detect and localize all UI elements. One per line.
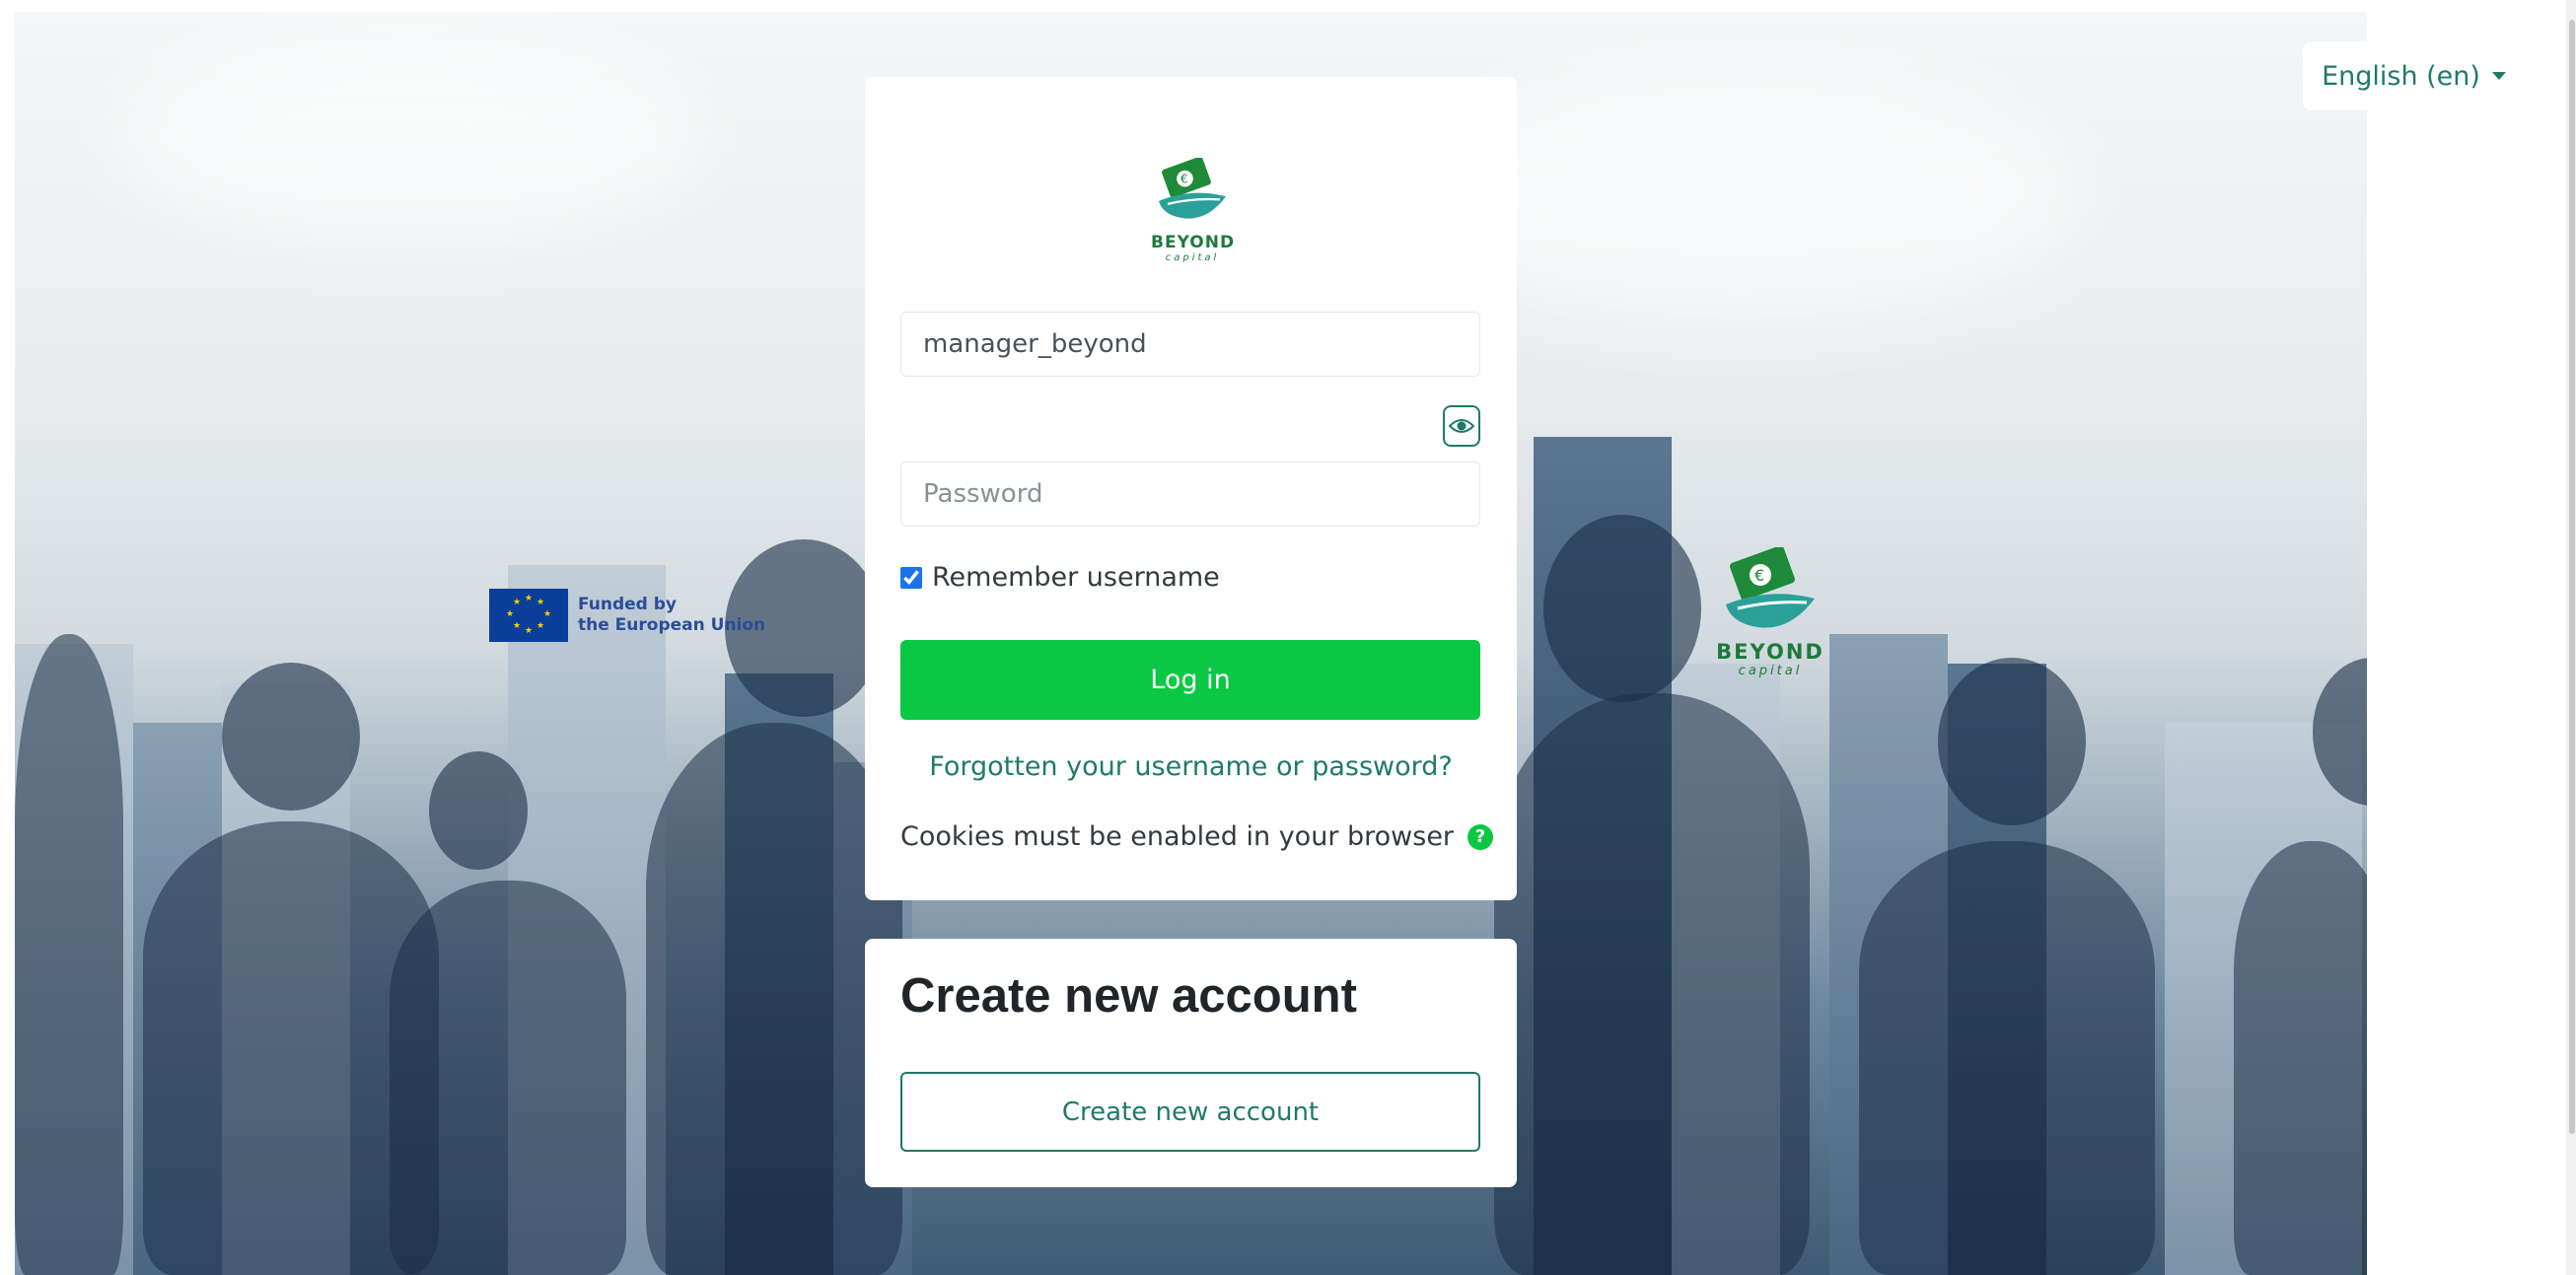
cookies-text: Cookies must be enabled in your browser [900, 821, 1455, 852]
cloud [113, 32, 705, 248]
show-password-button[interactable] [1443, 405, 1480, 447]
eu-funded-logo: ★ ★ ★ ★ ★ ★ ★ ★ Funded by the European U… [489, 589, 765, 642]
scrollbar-thumb[interactable] [2569, 20, 2575, 1134]
svg-text:€: € [1181, 173, 1188, 186]
person-silhouette [429, 751, 528, 870]
logo-sub: capital [1165, 252, 1220, 263]
brand-sub: capital [1738, 664, 1803, 678]
person-silhouette [1543, 515, 1701, 702]
eye-icon [1449, 419, 1474, 433]
chevron-down-icon [2491, 72, 2506, 80]
username-input[interactable] [900, 312, 1480, 377]
create-account-button[interactable]: Create new account [900, 1072, 1480, 1152]
signup-heading: Create new account [900, 969, 1357, 1023]
person-silhouette [646, 723, 902, 1275]
site-logo: € BEYOND capital [1151, 156, 1236, 263]
language-selector[interactable]: English (en) [2303, 41, 2525, 110]
forgot-password-link[interactable]: Forgotten your username or password? [865, 751, 1517, 782]
person-silhouette [15, 634, 123, 1275]
page-scrollbar[interactable] [2566, 0, 2576, 1275]
remember-username: Remember username [900, 562, 1220, 593]
logo-name: BEYOND [1151, 233, 1236, 252]
brand-money-leaf-icon: € [1159, 156, 1226, 219]
background-brand-logo: € BEYOND capital [1716, 545, 1825, 678]
person-silhouette [1859, 841, 2155, 1275]
brand-money-leaf-icon: € [1726, 545, 1815, 628]
eu-funded-text: Funded by the European Union [578, 595, 765, 636]
remember-username-checkbox[interactable] [900, 566, 922, 589]
person-silhouette [390, 881, 626, 1275]
svg-text:€: € [1754, 566, 1764, 585]
password-input[interactable] [900, 461, 1480, 527]
eu-text-line: Funded by [578, 595, 678, 614]
person-silhouette [222, 663, 360, 811]
cookies-notice: Cookies must be enabled in your browser … [900, 821, 1494, 852]
brand-name: BEYOND [1716, 640, 1825, 664]
language-selected: English (en) [2322, 60, 2480, 92]
person-silhouette [1494, 693, 1810, 1275]
signup-card: Create new account Create new account [865, 939, 1517, 1187]
remember-username-label[interactable]: Remember username [932, 562, 1220, 593]
help-icon[interactable]: ? [1467, 823, 1494, 850]
eu-text-line: the European Union [578, 615, 766, 635]
person-silhouette [2234, 841, 2367, 1275]
person-silhouette [1938, 658, 2086, 825]
eu-flag-icon: ★ ★ ★ ★ ★ ★ ★ ★ [489, 589, 568, 642]
login-card: € BEYOND capital Remember username Log i… [865, 77, 1517, 900]
login-button[interactable]: Log in [900, 640, 1480, 720]
